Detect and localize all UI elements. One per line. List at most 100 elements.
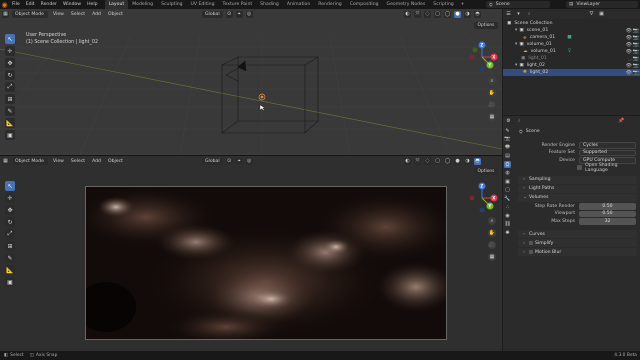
pin-icon[interactable]: 📌 xyxy=(618,117,625,125)
pan-hand-icon-bottom[interactable]: ✋ xyxy=(488,229,496,237)
pan-hand-icon[interactable]: ✋ xyxy=(488,89,496,97)
render-camera-icon[interactable]: 📷 xyxy=(633,63,639,69)
ortho-grid-icon[interactable]: ▦ xyxy=(488,113,496,121)
menu-view-top[interactable]: View xyxy=(51,12,66,17)
cursor-tool-icon-bottom[interactable]: ✛ xyxy=(5,193,15,203)
visibility-icon[interactable]: ◐ xyxy=(404,10,411,18)
tab-geometry-nodes[interactable]: Geometry Nodes xyxy=(383,0,430,9)
render-camera-icon[interactable]: 📷 xyxy=(633,56,639,62)
pivot-icon-bottom[interactable]: ⊙ xyxy=(225,157,233,165)
tab-sculpting[interactable]: Sculpting xyxy=(157,0,186,9)
menu-object-top[interactable]: Object xyxy=(106,12,125,17)
camera-view-icon-bottom[interactable]: 🎥 xyxy=(488,241,496,249)
shading-solid-icon[interactable]: ● xyxy=(454,10,461,18)
outliner-editor-icon[interactable]: ☰ xyxy=(505,10,512,18)
outliner-item[interactable]: ▾ ▣ light_02 👁 📷 xyxy=(503,62,640,69)
max-steps-field[interactable]: 32 xyxy=(579,218,636,225)
add-cube-tool-icon-bottom[interactable]: ▣ xyxy=(5,277,15,287)
tab-animation[interactable]: Animation xyxy=(283,0,314,9)
step-rate-render-field[interactable]: 0.50 xyxy=(579,203,636,210)
simplify-section[interactable]: › Simplify xyxy=(518,239,637,247)
eye-icon[interactable]: 👁 xyxy=(626,49,632,55)
tab-uv-editing[interactable]: UV Editing xyxy=(187,0,219,9)
menu-edit[interactable]: Edit xyxy=(23,0,38,9)
constraints-tab-icon[interactable]: ⛓ xyxy=(504,220,511,228)
camera-view-icon[interactable]: 🎥 xyxy=(488,101,496,109)
shading-material-icon[interactable]: ◑ xyxy=(464,10,471,18)
outliner-item[interactable]: ☁ volume_01 ⊽ 👁 📷 xyxy=(503,48,640,55)
scene-tab-icon[interactable]: ⛭ xyxy=(504,161,511,168)
menu-add-top[interactable]: Add xyxy=(90,12,103,17)
snap-icon[interactable]: ⌖ xyxy=(235,10,243,18)
render-camera-icon[interactable]: 📷 xyxy=(633,28,639,34)
modifier-tab-icon[interactable]: 🔧 xyxy=(504,195,511,202)
output-tab-icon[interactable]: 🖶 xyxy=(504,144,511,151)
light-paths-section[interactable]: › Light Paths xyxy=(518,184,637,193)
zoom-icon[interactable]: ⌕ xyxy=(488,77,496,85)
pivot-icon[interactable]: ⊙ xyxy=(225,10,233,18)
add-workspace-icon[interactable]: + xyxy=(458,0,468,9)
tab-layout[interactable]: Layout xyxy=(104,0,129,9)
motion-blur-section[interactable]: › Motion Blur xyxy=(518,248,637,256)
menu-view-bottom[interactable]: View xyxy=(51,159,66,164)
expand-icon[interactable]: ▾ xyxy=(515,63,517,68)
measure-tool-icon[interactable]: 📐 xyxy=(5,118,15,128)
select-tool-icon[interactable]: ↖ xyxy=(5,34,15,44)
shading-rendered-icon[interactable]: ◓ xyxy=(474,10,481,18)
view-layer-tab-icon[interactable]: ▤ xyxy=(504,152,511,160)
checkbox-icon[interactable] xyxy=(529,250,533,254)
render-camera-icon[interactable]: 📷 xyxy=(633,49,639,55)
visibility-icon-bottom[interactable]: ◐ xyxy=(404,157,411,165)
menu-render[interactable]: Render xyxy=(38,0,60,9)
tool-tab-icon[interactable]: ✎ xyxy=(504,127,511,134)
shading-rendered-icon-bottom[interactable]: ◓ xyxy=(474,157,481,165)
tab-compositing[interactable]: Compositing xyxy=(346,0,383,9)
menu-file[interactable]: File xyxy=(9,0,23,9)
eye-icon[interactable]: 👁 xyxy=(626,63,632,69)
scale-tool-icon-bottom[interactable]: ⤢ xyxy=(5,229,15,239)
viewport-step-field[interactable]: 0.50 xyxy=(579,210,636,217)
rotate-tool-icon-bottom[interactable]: ↻ xyxy=(5,217,15,227)
select-tool-icon-bottom[interactable]: ↖ xyxy=(5,181,15,191)
outliner-item[interactable]: ▾ ▣ volume_01 👁 📷 xyxy=(503,41,640,48)
eye-hidden-icon[interactable]: ◡ xyxy=(628,56,632,62)
move-tool-icon[interactable]: ✥ xyxy=(5,58,15,68)
collection-tab-icon[interactable]: ▣ xyxy=(504,178,511,185)
menu-object-bottom[interactable]: Object xyxy=(106,159,125,164)
osl-checkbox[interactable] xyxy=(577,165,583,171)
blender-logo-icon[interactable]: ◉ xyxy=(0,0,9,9)
world-tab-icon[interactable]: ◍ xyxy=(504,169,511,177)
outliner-item[interactable]: ▾ ▣ scene_01 👁 📷 xyxy=(503,27,640,34)
scene-selector[interactable]: ⛭ Scene xyxy=(486,1,550,8)
menu-window[interactable]: Window xyxy=(60,0,84,9)
rotate-tool-icon[interactable]: ↻ xyxy=(5,70,15,80)
xray-icon-bottom[interactable]: ▢ xyxy=(434,157,441,165)
tab-shading[interactable]: Shading xyxy=(256,0,283,9)
annotate-tool-icon[interactable]: ✎ xyxy=(5,106,15,116)
xray-icon[interactable]: ▢ xyxy=(434,10,441,18)
outliner-search-input[interactable]: ⌕ xyxy=(525,10,585,18)
eye-icon[interactable]: 👁 xyxy=(626,70,632,76)
cursor-tool-icon[interactable]: ✛ xyxy=(5,46,15,56)
move-tool-icon-bottom[interactable]: ✥ xyxy=(5,205,15,215)
menu-select-top[interactable]: Select xyxy=(69,12,87,17)
scale-tool-icon[interactable]: ⤢ xyxy=(5,82,15,92)
gizmo-toggle-icon-bottom[interactable]: ⤧ xyxy=(414,157,421,165)
outliner-root[interactable]: ▣ Scene Collection xyxy=(503,20,640,27)
transform-orientation-top[interactable]: Global xyxy=(202,10,223,18)
new-collection-icon[interactable]: ▣ xyxy=(598,10,605,18)
feature-set-select[interactable]: Supported xyxy=(579,149,636,156)
curves-section[interactable]: › Curves xyxy=(518,230,637,238)
outliner-item-selected[interactable]: ✺ light_02 👁 📷 xyxy=(503,69,640,76)
menu-help[interactable]: Help xyxy=(84,0,100,9)
eye-icon[interactable]: 👁 xyxy=(626,35,632,41)
eye-icon[interactable]: 👁 xyxy=(626,28,632,34)
menu-add-bottom[interactable]: Add xyxy=(90,159,103,164)
expand-icon[interactable]: ▾ xyxy=(515,42,517,47)
snap-icon-bottom[interactable]: ⌖ xyxy=(235,157,243,165)
view-layer-selector[interactable]: ▤ ViewLayer xyxy=(566,1,638,8)
shading-wire-icon[interactable]: ◯ xyxy=(444,10,451,18)
eye-icon[interactable]: 👁 xyxy=(626,42,632,48)
render-camera-icon[interactable]: 📷 xyxy=(633,35,639,41)
shading-wire-icon-bottom[interactable]: ◯ xyxy=(444,157,451,165)
